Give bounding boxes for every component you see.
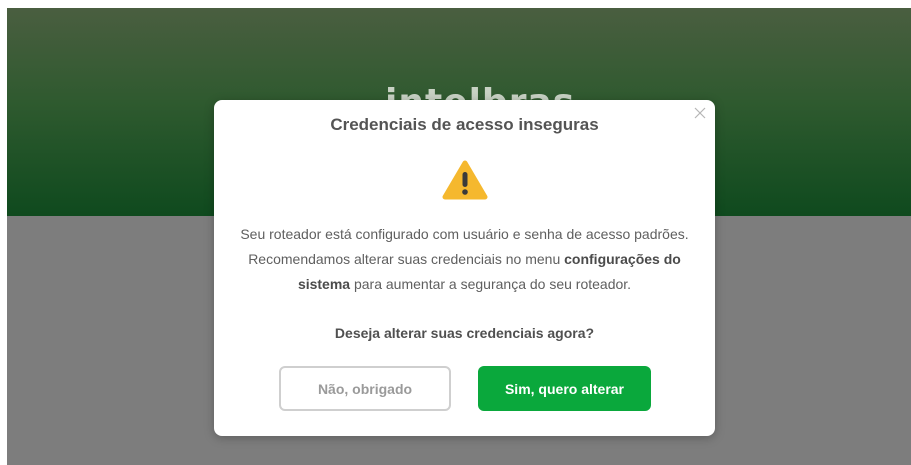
message-line-2: Recomendamos alterar suas credenciais no… (248, 251, 561, 267)
dialog-title: Credenciais de acesso inseguras (330, 115, 599, 134)
message-line-3: para aumentar a segurança do seu roteado… (353, 276, 632, 292)
close-icon[interactable] (693, 106, 707, 120)
warning-icon (442, 160, 487, 200)
dialog-message: Seu roteador está configurado com usuári… (238, 222, 691, 297)
message-line-1: Seu roteador está configurado com usuári… (240, 226, 689, 242)
dialog-question: Deseja alterar suas credenciais agora? (334, 325, 595, 341)
router-page-viewport: intelbras Credenciais de acesso insegura… (7, 8, 911, 465)
dialog-actions: Não, obrigado Sim, quero alterar (214, 366, 715, 412)
insecure-credentials-dialog: Credenciais de acesso inseguras Seu rote… (214, 100, 715, 436)
decline-button[interactable]: Não, obrigado (279, 366, 451, 411)
accept-change-button[interactable]: Sim, quero alterar (478, 366, 651, 411)
